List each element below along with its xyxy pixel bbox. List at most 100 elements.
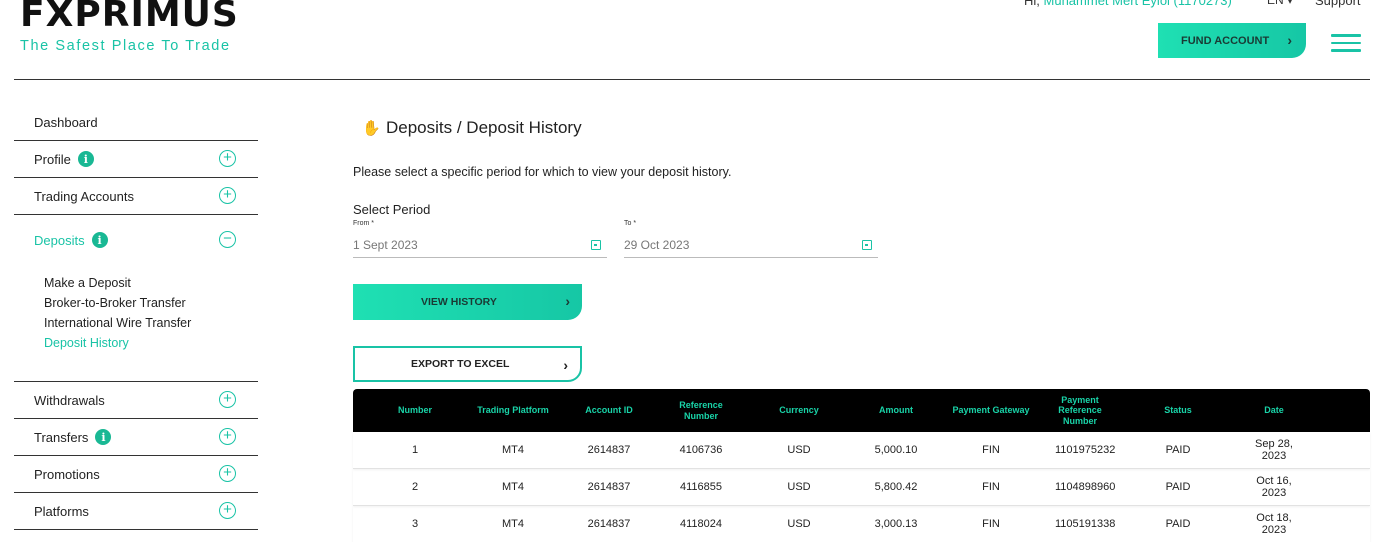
table-cell: FIN	[982, 518, 1000, 530]
language-selector[interactable]: EN ▾	[1267, 0, 1293, 7]
support-link[interactable]: Support	[1315, 0, 1361, 8]
table-cell: USD	[787, 481, 811, 493]
submenu-broker-transfer[interactable]: Broker-to-Broker Transfer	[44, 293, 258, 313]
table-cell: PAID	[1165, 444, 1191, 456]
column-header: Number	[397, 405, 432, 416]
sidebar-item-withdrawals[interactable]: Withdrawals +	[14, 382, 258, 419]
expand-plus-icon[interactable]: +	[219, 502, 236, 519]
deposit-history-table: Number Trading Platform Account ID Refer…	[353, 389, 1370, 542]
collapse-minus-icon[interactable]: −	[219, 231, 236, 248]
table-cell: USD	[787, 444, 811, 456]
fund-account-label: FUND ACCOUNT	[1181, 34, 1270, 47]
table-cell: 2614837	[587, 518, 631, 530]
table-cell: 5,000.10	[874, 444, 918, 456]
view-history-label: VIEW HISTORY	[421, 296, 497, 308]
table-cell: USD	[787, 518, 811, 530]
table-cell: 2614837	[587, 481, 631, 493]
export-excel-button[interactable]: EXPORT TO EXCEL ›	[353, 346, 582, 382]
calendar-icon[interactable]	[591, 240, 601, 250]
sidebar-item-label: Deposits	[34, 232, 85, 248]
select-period-label: Select Period	[353, 202, 431, 217]
table-cell: MT4	[502, 481, 524, 493]
sidebar-item-label: Dashboard	[34, 114, 98, 130]
user-name-link[interactable]: Muhammet Mert Eylol (1170273)	[1044, 0, 1232, 8]
header-divider	[14, 79, 1370, 80]
table-cell: 3,000.13	[874, 518, 918, 530]
column-header: Amount	[879, 405, 913, 416]
sidebar-item-label: Platforms	[34, 503, 89, 519]
sidebar-item-label: Transfers	[34, 429, 89, 445]
submenu-deposit-history[interactable]: Deposit History	[44, 333, 258, 353]
logo-wordmark: FXPRIMUS	[20, 0, 239, 35]
view-history-button[interactable]: VIEW HISTORY ›	[353, 284, 582, 320]
table-cell: Oct 18, 2023	[1256, 512, 1292, 536]
submenu-make-deposit[interactable]: Make a Deposit	[44, 273, 258, 293]
expand-plus-icon[interactable]: +	[219, 391, 236, 408]
table-cell: Oct 16, 2023	[1256, 475, 1292, 499]
table-cell: MT4	[502, 444, 524, 456]
export-excel-label: EXPORT TO EXCEL	[411, 358, 510, 370]
sidebar-item-promotions[interactable]: Promotions +	[14, 456, 258, 493]
table-row: 3 MT4 2614837 4118024 USD 3,000.13 FIN 11051913…	[353, 506, 1370, 542]
sidebar-item-dashboard[interactable]: Dashboard	[14, 104, 258, 141]
table-cell: 5,800.42	[874, 481, 918, 493]
sidebar-item-label: Profile	[34, 151, 71, 167]
from-date-label: From *	[353, 220, 374, 227]
to-date-value[interactable]: 29 Oct 2023	[624, 238, 878, 252]
brand-logo[interactable]: FXPRIMUS The Safest Place To Trade	[20, 0, 239, 54]
expand-plus-icon[interactable]: +	[219, 187, 236, 204]
sidebar-item-trading-accounts[interactable]: Trading Accounts +	[14, 178, 258, 215]
column-header: Currency	[779, 405, 819, 416]
table-cell: 4116855	[679, 481, 722, 493]
calendar-icon[interactable]	[862, 240, 872, 250]
hamburger-menu-icon[interactable]	[1331, 34, 1361, 52]
chevron-down-icon: ▾	[1287, 0, 1294, 7]
page-title: ✋ Deposits / Deposit History	[362, 118, 582, 138]
info-icon: i	[91, 232, 108, 248]
table-cell: MT4	[502, 518, 524, 530]
sidebar-item-label: Trading Accounts	[34, 188, 134, 204]
fund-account-button[interactable]: FUND ACCOUNT ›	[1158, 23, 1306, 58]
column-header: Payment Reference Number	[1058, 394, 1102, 426]
expand-plus-icon[interactable]: +	[219, 150, 236, 167]
page-title-text: Deposits / Deposit History	[386, 118, 582, 137]
sidebar-item-deposits[interactable]: Deposits i −	[14, 215, 258, 265]
sidebar-nav: Dashboard Profile i + Trading Accounts +…	[14, 104, 258, 530]
table-cell: FIN	[982, 481, 1000, 493]
table-cell: FIN	[982, 444, 1000, 456]
chevron-right-icon: ›	[1287, 32, 1292, 48]
expand-plus-icon[interactable]: +	[219, 428, 236, 445]
intro-text: Please select a specific period for whic…	[353, 165, 732, 179]
deposits-submenu: Make a Deposit Broker-to-Broker Transfer…	[14, 265, 258, 382]
column-header: Account ID	[585, 405, 633, 416]
column-header: Date	[1264, 405, 1284, 416]
table-cell: 2614837	[587, 444, 631, 456]
column-header: Trading Platform	[477, 405, 549, 416]
table-cell: 2	[411, 481, 419, 493]
expand-plus-icon[interactable]: +	[219, 465, 236, 482]
table-cell: 4106736	[679, 444, 723, 456]
table-cell: Sep 28, 2023	[1255, 438, 1293, 462]
from-date-field[interactable]: From * 1 Sept 2023	[353, 220, 607, 258]
table-row: 2 MT4 2614837 4116855 USD 5,800.42 FIN 11048989…	[353, 469, 1370, 506]
table-cell: 3	[411, 518, 419, 530]
column-header: Reference Number	[679, 400, 723, 421]
to-date-field[interactable]: To * 29 Oct 2023	[624, 220, 878, 258]
sidebar-item-profile[interactable]: Profile i +	[14, 141, 258, 178]
submenu-wire-transfer[interactable]: International Wire Transfer	[44, 313, 258, 333]
table-cell: 1	[411, 444, 419, 456]
table-cell: 1105191338	[1055, 518, 1116, 530]
table-cell: 1104898960	[1055, 481, 1116, 493]
table-body: 1 MT4 2614837 4106736 USD 5,000.10 FIN 11019752…	[353, 432, 1370, 542]
sidebar-item-transfers[interactable]: Transfers i +	[14, 419, 258, 456]
user-greeting: Hi, Muhammet Mert Eylol (1170273)	[1024, 0, 1232, 8]
chevron-right-icon: ›	[565, 293, 570, 309]
deposit-hand-icon: ✋	[362, 120, 381, 137]
sidebar-item-platforms[interactable]: Platforms +	[14, 493, 258, 530]
greeting-text: Hi,	[1024, 0, 1040, 8]
logo-tagline: The Safest Place To Trade	[20, 38, 231, 54]
column-header: Status	[1164, 405, 1192, 416]
table-header: Number Trading Platform Account ID Refer…	[353, 389, 1370, 432]
table-cell: 1101975232	[1055, 444, 1116, 456]
from-date-value[interactable]: 1 Sept 2023	[353, 238, 607, 252]
